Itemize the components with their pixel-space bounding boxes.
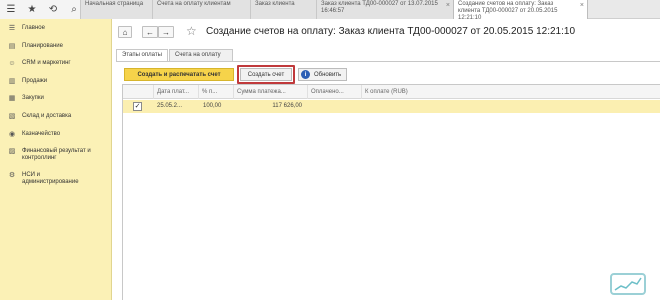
finance-icon: ▨ bbox=[8, 148, 16, 155]
sidebar-item-label: Закупки bbox=[22, 95, 44, 101]
tab-invoices-list[interactable]: Счета на оплату bbox=[169, 49, 233, 61]
sidebar-item-main[interactable]: ☰ Главное bbox=[0, 25, 112, 32]
top-bar: ☰ ★ ⟲ ⌕ Начальная страница Счета на опла… bbox=[0, 0, 660, 19]
close-icon[interactable]: × bbox=[580, 2, 584, 9]
tab-invoices[interactable]: Счета на оплату клиентам bbox=[152, 0, 250, 19]
column-header-date[interactable]: Дата плат... bbox=[154, 85, 199, 99]
sidebar-item-label: Планирование bbox=[22, 43, 63, 49]
tab-home[interactable]: Начальная страница bbox=[80, 0, 152, 19]
tab-customer-order[interactable]: Заказ клиента bbox=[250, 0, 316, 19]
row-checkbox[interactable]: ✓ bbox=[133, 102, 142, 111]
history-icon[interactable]: ⟲ bbox=[46, 2, 60, 16]
column-header-to-pay[interactable]: К оплате (RUB) bbox=[362, 85, 660, 99]
arrow-left-icon: ← bbox=[146, 27, 154, 37]
sidebar-item-warehouse[interactable]: ▧ Склад и доставка bbox=[0, 113, 112, 120]
sidebar-item-sales[interactable]: ▥ Продажи bbox=[0, 78, 112, 85]
refresh-label: Обновить bbox=[314, 71, 342, 78]
menu-icon[interactable]: ☰ bbox=[4, 2, 18, 16]
sidebar: ☰ Главное ▤ Планирование ☺ CRM и маркети… bbox=[0, 19, 112, 300]
tab-divider bbox=[116, 61, 660, 62]
table-header: Дата плат... % п... Сумма платежа... Опл… bbox=[123, 85, 660, 99]
star-icon[interactable]: ★ bbox=[25, 2, 39, 16]
warehouse-icon: ▧ bbox=[8, 113, 16, 120]
sidebar-item-admin[interactable]: ⚙ НСИ и администрирование bbox=[0, 172, 100, 186]
sidebar-item-label: Финансовый результат и контроллинг bbox=[22, 148, 91, 161]
cell-percent: 100,00 bbox=[203, 103, 222, 109]
tab-label: Заказ клиента ТД00-000027 от 13.07.2015 … bbox=[321, 1, 438, 14]
refresh-button[interactable]: i Обновить bbox=[298, 68, 347, 81]
crm-icon: ☺ bbox=[8, 60, 16, 67]
cell-paid bbox=[311, 100, 359, 113]
list-icon: ☰ bbox=[8, 25, 16, 32]
sidebar-item-label: НСИ и администрирование bbox=[22, 172, 79, 185]
sidebar-item-purchases[interactable]: ▦ Закупки bbox=[0, 95, 112, 102]
sidebar-item-treasury[interactable]: ◉ Казначейство bbox=[0, 131, 112, 138]
back-button[interactable]: ← bbox=[142, 26, 158, 38]
forward-button[interactable]: → bbox=[158, 26, 174, 38]
tab-label: Создание счетов на оплату: Заказ клиента… bbox=[458, 1, 558, 19]
column-header-paid[interactable]: Оплачено... bbox=[308, 85, 362, 99]
sidebar-item-label: CRM и маркетинг bbox=[22, 60, 71, 66]
favorite-star-icon[interactable]: ☆ bbox=[186, 24, 197, 38]
tab-order-td00-000027[interactable]: Заказ клиента ТД00-000027 от 13.07.2015 … bbox=[316, 0, 453, 19]
planning-icon: ▤ bbox=[8, 43, 16, 50]
sidebar-item-label: Казначейство bbox=[22, 131, 61, 137]
cell-date: 25.05.2... bbox=[157, 103, 183, 109]
info-icon: i bbox=[301, 70, 310, 79]
chart-widget[interactable] bbox=[610, 273, 646, 295]
home-icon: ⌂ bbox=[122, 27, 128, 37]
arrow-right-icon: → bbox=[162, 27, 170, 37]
cell-amount: 117 626,00 bbox=[272, 103, 302, 109]
main-content: ⌂ ← → ☆ Создание счетов на оплату: Заказ… bbox=[112, 19, 660, 300]
payment-stages-table: Дата плат... % п... Сумма платежа... Опл… bbox=[122, 84, 660, 300]
sales-icon: ▥ bbox=[8, 78, 16, 85]
purchases-icon: ▦ bbox=[8, 95, 16, 102]
column-header-check bbox=[123, 85, 154, 99]
page-title: Создание счетов на оплату: Заказ клиента… bbox=[206, 26, 576, 37]
tab-payment-stages[interactable]: Этапы оплаты bbox=[116, 49, 168, 61]
tab-label: Начальная страница bbox=[85, 1, 144, 7]
cell-to-pay bbox=[365, 100, 445, 113]
tab-label: Счета на оплату клиентам bbox=[157, 1, 231, 7]
sidebar-item-planning[interactable]: ▤ Планирование bbox=[0, 43, 112, 50]
search-icon[interactable]: ⌕ bbox=[67, 2, 81, 16]
create-invoice-button[interactable]: Создать счет bbox=[240, 68, 292, 81]
sidebar-item-label: Склад и доставка bbox=[22, 113, 72, 119]
column-header-percent[interactable]: % п... bbox=[199, 85, 234, 99]
treasury-icon: ◉ bbox=[8, 131, 16, 138]
sidebar-item-label: Продажи bbox=[22, 78, 48, 84]
settings-icon: ⚙ bbox=[8, 172, 16, 179]
table-row[interactable]: ✓ 25.05.2... 100,00 117 626,00 bbox=[123, 100, 660, 113]
close-icon[interactable]: × bbox=[446, 2, 450, 9]
sidebar-item-finance[interactable]: ▨ Финансовый результат и контроллинг bbox=[0, 148, 110, 162]
tab-label: Заказ клиента bbox=[255, 1, 295, 7]
column-header-amount[interactable]: Сумма платежа... bbox=[234, 85, 308, 99]
trend-line-icon bbox=[614, 277, 642, 291]
sidebar-item-label: Главное bbox=[22, 25, 45, 31]
sidebar-item-crm[interactable]: ☺ CRM и маркетинг bbox=[0, 60, 112, 67]
tab-create-invoices[interactable]: Создание счетов на оплату: Заказ клиента… bbox=[453, 0, 588, 19]
create-and-print-button[interactable]: Создать и распечатать счет bbox=[124, 68, 234, 81]
home-button[interactable]: ⌂ bbox=[118, 26, 132, 38]
